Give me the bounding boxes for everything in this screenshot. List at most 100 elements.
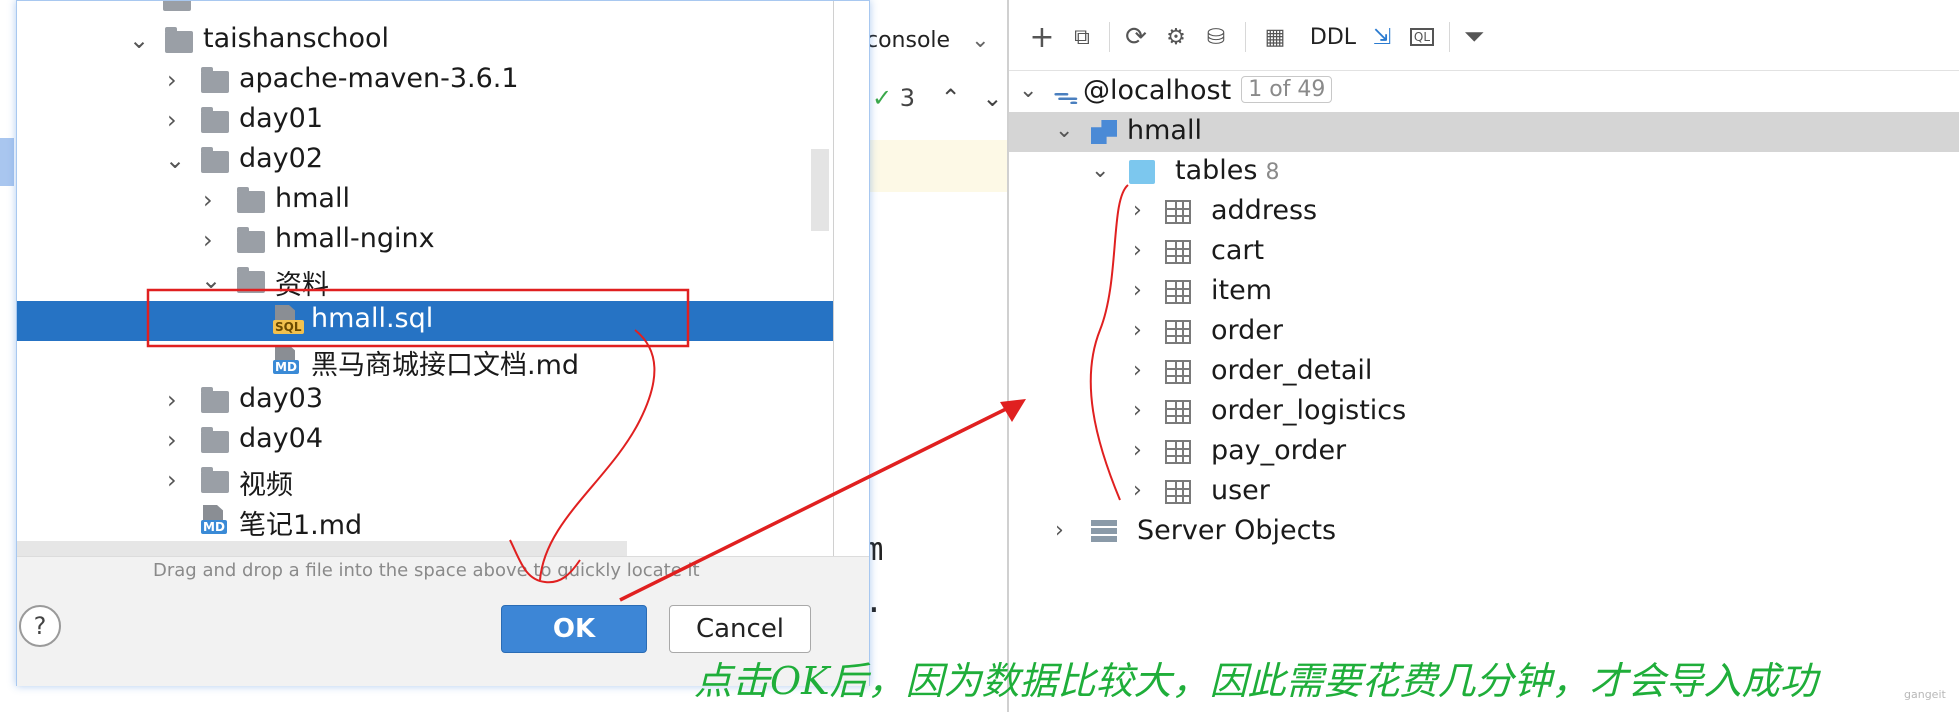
tree-item-partial [17,1,833,19]
chevron-right-icon[interactable]: › [1133,438,1142,463]
tree-item[interactable]: MD 黑马商城接口文档.md [17,341,833,381]
chevron-right-icon[interactable]: › [167,426,177,454]
table-icon [1165,320,1191,344]
folder-icon [237,227,265,253]
chevron-down-icon[interactable]: ⌄ [165,146,185,174]
vertical-scrollbar[interactable] [811,149,829,231]
tree-item[interactable]: › day03 [17,381,833,421]
tree-item[interactable]: ⌄ taishanschool [17,21,833,61]
horizontal-scrollbar[interactable] [17,541,627,556]
chevron-right-icon[interactable]: › [167,106,177,134]
connection-badge[interactable]: 1 of 49 [1241,76,1333,103]
chevron-right-icon[interactable]: › [167,66,177,94]
table-label: user [1211,475,1270,506]
refresh-icon[interactable]: ⟳ [1119,20,1153,54]
tree-node-tables[interactable]: ⌄ tables 8 [1009,152,1959,192]
chevron-right-icon[interactable]: › [1133,198,1142,223]
table-row[interactable]: › order_detail [1009,352,1959,392]
table-row[interactable]: › item [1009,272,1959,312]
tree-item-label: 资料 [275,270,329,301]
drag-hint: Drag and drop a file into the space abov… [153,560,700,581]
markdown-file-icon: MD [201,505,231,537]
settings-icon[interactable]: ⚙ [1159,20,1193,54]
check-count[interactable]: ✓ 3 ⌃ ⌄ [872,84,1003,112]
tree-item[interactable]: › 视频 [17,461,833,501]
folder-icon [201,387,229,413]
tree-item-label: hmall-nginx [275,223,435,254]
tree-item[interactable]: ⌄ 资料 [17,261,833,301]
chevron-right-icon[interactable]: › [1133,398,1142,423]
current-line-highlight [870,140,1007,192]
table-row[interactable]: › order_logistics [1009,392,1959,432]
tree-item[interactable]: › hmall-nginx [17,221,833,261]
chevron-down-icon[interactable]: ⌄ [982,84,1002,112]
chevron-down-icon[interactable]: ⌄ [1019,78,1037,103]
chevron-right-icon[interactable]: › [1133,238,1142,263]
chevron-right-icon[interactable]: › [203,226,213,254]
tree-item[interactable]: › day04 [17,421,833,461]
table-label: order_detail [1211,355,1373,386]
console-tab[interactable]: console ⌄ [856,24,990,58]
table-row[interactable]: › order [1009,312,1959,352]
tree-item[interactable]: ⌄ day02 [17,141,833,181]
tree-item[interactable]: › hmall [17,181,833,221]
tree-item[interactable]: › day01 [17,101,833,141]
help-button[interactable]: ? [19,605,61,647]
tree-node-server-objects[interactable]: › Server Objects [1009,512,1959,552]
chevron-right-icon[interactable]: › [1055,518,1064,543]
tree-item-selected[interactable]: SQL hmall.sql [17,301,833,341]
chevron-right-icon[interactable]: › [1133,358,1142,383]
chevron-down-icon[interactable]: ⌄ [201,266,221,294]
chevron-down-icon[interactable]: ⌄ [971,28,989,53]
tree-item-label: day01 [239,103,324,134]
tree-item[interactable]: MD 笔记1.md [17,501,833,541]
folder-icon [163,1,191,11]
folder-icon [165,27,193,53]
tree-item-label: day03 [239,383,324,414]
database-icon[interactable]: ⛁ [1199,20,1233,54]
copy-icon[interactable]: ⧉ [1065,20,1099,54]
ddl-button[interactable]: DDL [1305,20,1361,54]
check-icon: ✓ [872,84,893,112]
tree-divider [833,1,834,556]
table-row[interactable]: › cart [1009,232,1959,272]
cancel-button[interactable]: Cancel [669,605,811,653]
tables-count: 8 [1265,160,1280,185]
table-icon[interactable]: ▦ [1255,20,1295,54]
chevron-down-icon[interactable]: ⌄ [129,26,149,54]
tree-item-label: 视频 [239,470,293,501]
toolbar-separator [1109,22,1110,52]
filter-icon[interactable]: ⏷ [1457,20,1491,54]
tree-item[interactable]: › apache-maven-3.6.1 [17,61,833,101]
table-label: pay_order [1211,435,1347,466]
chevron-right-icon[interactable]: › [1133,278,1142,303]
toolbar-separator [1245,22,1246,52]
chevron-up-icon[interactable]: ⌃ [941,84,961,112]
chevron-right-icon[interactable]: › [1133,478,1142,503]
check-count-value: 3 [899,84,916,112]
background-window-edge [0,0,16,712]
chevron-down-icon[interactable]: ⌄ [1091,158,1109,183]
table-row[interactable]: › address [1009,192,1959,232]
table-row[interactable]: › user [1009,472,1959,512]
tree-node-connection[interactable]: ⌄ ᯓ @localhost 1 of 49 [1009,72,1959,112]
add-icon[interactable]: + [1025,20,1059,55]
db-toolbar: + ⧉ ⟳ ⚙ ⛁ ▦ DDL ⇲ QL ⏷ [1009,0,1959,71]
table-label: item [1211,275,1273,306]
tree-item-label: apache-maven-3.6.1 [239,63,519,94]
chevron-down-icon[interactable]: ⌄ [1055,118,1073,143]
chevron-right-icon[interactable]: › [203,186,213,214]
chevron-right-icon[interactable]: › [167,466,177,494]
jump-icon[interactable]: ⇲ [1365,20,1399,54]
ok-button[interactable]: OK [501,605,647,653]
query-console-icon[interactable]: QL [1405,20,1439,54]
tree-item-label: day02 [239,143,324,174]
tree-item-label: taishanschool [203,23,390,54]
tree-item-label: 黑马商城接口文档.md [311,350,580,381]
tree-node-schema[interactable]: ⌄ hmall [1009,112,1959,152]
file-chooser-dialog: ⌄ taishanschool › apache-maven-3.6.1 › d… [16,0,870,686]
watermark: gangeit [1904,688,1946,701]
chevron-right-icon[interactable]: › [1133,318,1142,343]
chevron-right-icon[interactable]: › [167,386,177,414]
table-row[interactable]: › pay_order [1009,432,1959,472]
